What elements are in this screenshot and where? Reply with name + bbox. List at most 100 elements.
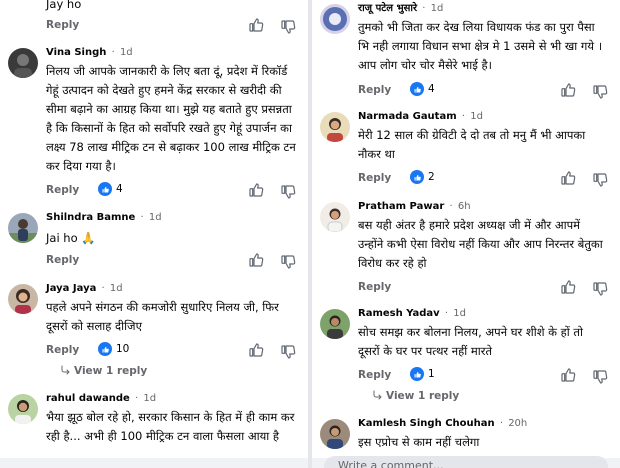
like-reaction-icon [98, 342, 112, 356]
commenter-name[interactable]: Shilndra Bamne [46, 212, 135, 223]
thumbs-up-icon[interactable] [248, 182, 264, 198]
commenter-name[interactable]: Vina Singh [46, 47, 106, 58]
comment-text: पहले अपने संगठन की कमजोरी सुधारिए निलय ज… [46, 300, 279, 333]
comment-time[interactable]: 1d [470, 111, 483, 122]
reply-button[interactable]: Reply [358, 84, 391, 96]
view-replies-link[interactable]: View 1 reply [372, 389, 459, 402]
thumbs-up-icon[interactable] [248, 252, 264, 268]
comment-text: मेरी 12 साल की ग्रेविटी दे दो तब तो मनु … [358, 128, 586, 161]
separator-dot: · [111, 47, 115, 58]
comment-text: इस एप्रोच से काम नहीं चलेगा [358, 435, 480, 449]
separator-dot: · [449, 201, 453, 212]
comment-time[interactable]: 1d [120, 47, 133, 58]
comment-text: निलय जी आपके जानकारी के लिए बता दूं, प्र… [46, 64, 296, 173]
separator-dot: · [444, 308, 449, 319]
view-replies-label: View 1 reply [386, 390, 460, 402]
thumbs-down-icon[interactable] [592, 281, 608, 297]
separator-dot: · [101, 283, 105, 294]
thumbs-down-icon[interactable] [280, 19, 296, 35]
reaction-summary[interactable]: 2 [410, 170, 435, 184]
commenter-name[interactable]: Kamlesh Singh Chouhan [358, 418, 495, 429]
like-reaction-icon [410, 82, 424, 96]
thumbs-up-icon[interactable] [560, 170, 576, 186]
like-reaction-icon [410, 170, 424, 184]
thumbs-down-icon[interactable] [280, 254, 296, 270]
like-reaction-icon [410, 367, 424, 381]
avatar[interactable] [8, 284, 38, 314]
comment-actions: Reply [46, 252, 300, 270]
commenter-name[interactable]: Pratham Pawar [358, 201, 444, 212]
comment-text: तुमको भी जिता कर देख लिया विधायक फंड का … [358, 20, 603, 72]
comment-input[interactable]: Write a comment... [324, 456, 608, 468]
thumbs-down-icon[interactable] [592, 84, 608, 100]
commenter-name[interactable]: राजू पटेल भुसारे [358, 3, 417, 14]
commenter-name[interactable]: Narmada Gautam [358, 111, 457, 122]
reaction-count: 10 [116, 343, 130, 355]
avatar[interactable] [320, 202, 350, 232]
reaction-summary[interactable]: 1 [410, 367, 435, 381]
thumbs-up-icon[interactable] [248, 342, 264, 358]
view-replies-label: View 1 reply [74, 365, 148, 377]
thumbs-up-icon[interactable] [248, 17, 264, 33]
comment-actions: Reply 10 [46, 342, 300, 360]
reply-button[interactable]: Reply [46, 19, 79, 31]
comment-time[interactable]: 20h [508, 418, 527, 429]
reaction-count: 4 [116, 183, 123, 195]
thumbs-down-icon[interactable] [592, 369, 608, 385]
commenter-name[interactable]: Jaya Jaya [46, 283, 96, 294]
avatar[interactable] [8, 394, 38, 424]
avatar[interactable] [8, 48, 38, 78]
reply-button[interactable]: Reply [358, 369, 391, 381]
view-replies-link[interactable]: View 1 reply [60, 364, 147, 377]
thumbs-up-icon[interactable] [560, 367, 576, 383]
reply-button[interactable]: Reply [358, 172, 391, 184]
reaction-summary[interactable]: 4 [98, 182, 123, 196]
avatar[interactable] [320, 4, 350, 34]
separator-dot: · [499, 418, 503, 429]
comment-time[interactable]: 1d [453, 308, 466, 319]
avatar[interactable] [320, 309, 350, 339]
comments-panel-right[interactable]: राजू पटेल भुसारे · 1d तुमको भी जिता कर द… [312, 0, 620, 468]
commenter-name[interactable]: rahul dawande [46, 393, 130, 404]
separator-dot: · [134, 393, 139, 404]
thumbs-down-icon[interactable] [280, 184, 296, 200]
bottom-bar [0, 458, 308, 468]
comment-time[interactable]: 1d [431, 3, 444, 14]
reply-button[interactable]: Reply [358, 281, 391, 293]
reaction-summary[interactable]: 4 [410, 82, 435, 96]
separator-dot: · [461, 111, 466, 122]
avatar[interactable] [320, 112, 350, 142]
like-reaction-icon [98, 182, 112, 196]
comment-actions: Reply 4 [358, 82, 612, 100]
comment-time[interactable]: 1d [110, 283, 123, 294]
avatar[interactable] [8, 213, 38, 243]
comment-actions: Reply 4 [46, 182, 300, 200]
thumbs-up-icon[interactable] [560, 82, 576, 98]
reaction-count: 4 [428, 83, 435, 95]
avatar[interactable] [320, 419, 350, 449]
reply-arrow-icon [60, 364, 72, 376]
commenter-name[interactable]: Ramesh Yadav [358, 308, 440, 319]
comment-actions: Reply 1 [358, 367, 612, 385]
comment-time[interactable]: 1d [143, 393, 156, 404]
comment-text: बस यही अंतर है हमारे प्रदेश अध्यक्ष जी म… [358, 218, 603, 270]
reaction-summary[interactable]: 10 [98, 342, 129, 356]
comment-text: Jay ho [46, 0, 82, 11]
comment-text: सोच समझ कर बोलना निलय, अपने घर शीशे के ह… [358, 325, 583, 358]
reply-button[interactable]: Reply [46, 254, 79, 266]
separator-dot: · [422, 3, 426, 14]
comment-text: भैया झूठ बोल रहे हो, सरकार किसान के हित … [46, 410, 295, 443]
comments-panel-left[interactable]: Jay ho Reply Vina Singh · 1d निलय जी आपक… [0, 0, 308, 468]
thumbs-down-icon[interactable] [280, 344, 296, 360]
thumbs-up-icon[interactable] [560, 279, 576, 295]
reply-button[interactable]: Reply [46, 344, 79, 356]
thumbs-down-icon[interactable] [592, 172, 608, 188]
comment-actions: Reply 2 [358, 170, 612, 188]
comment-text: Jai ho 🙏 [46, 231, 96, 245]
comment-time[interactable]: 1d [149, 212, 162, 223]
reply-button[interactable]: Reply [46, 184, 79, 196]
comment-composer-bar: Write a comment... [312, 456, 620, 468]
reaction-count: 2 [428, 171, 435, 183]
reply-arrow-icon [372, 389, 384, 401]
comment-time[interactable]: 6h [458, 201, 471, 212]
